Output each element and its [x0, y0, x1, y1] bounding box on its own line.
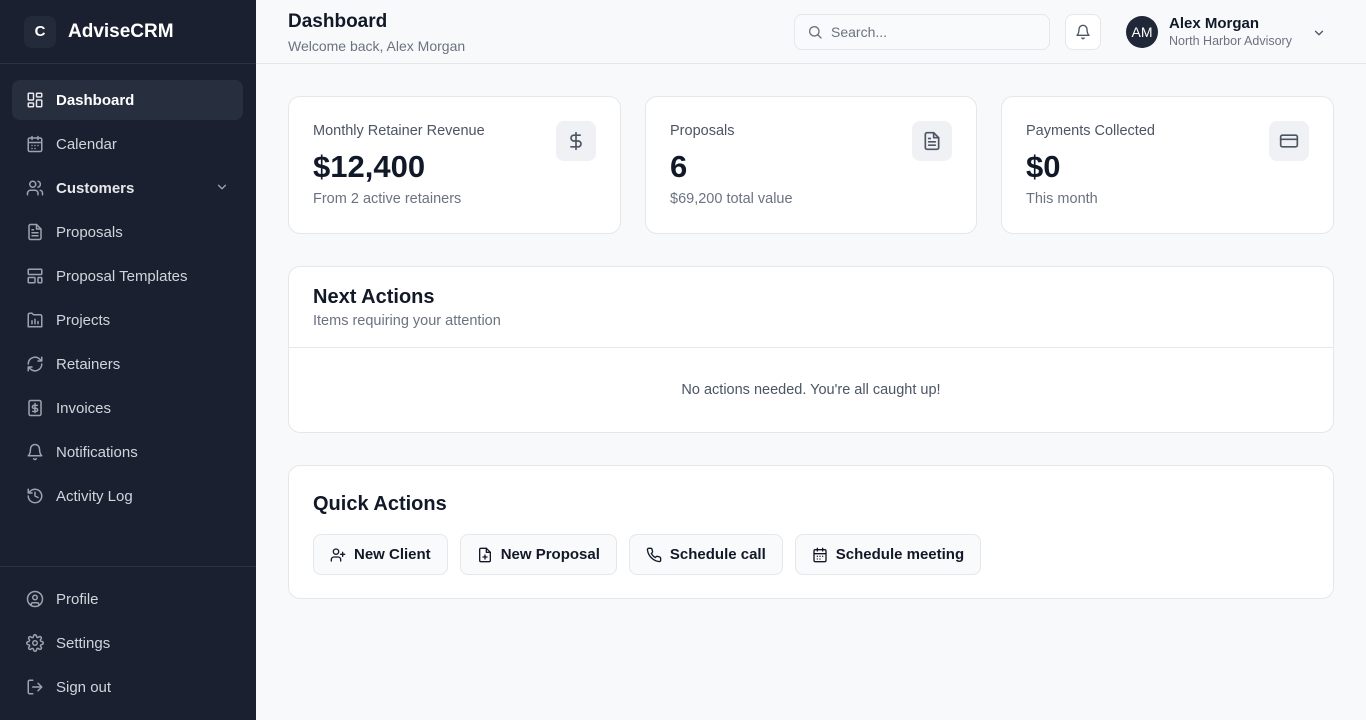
- quick-actions-card: Quick Actions New Client New Proposal Sc…: [288, 465, 1334, 599]
- user-circle-icon: [26, 590, 44, 608]
- users-icon: [26, 179, 44, 197]
- dashboard-icon: [26, 91, 44, 109]
- stat-note: $69,200 total value: [670, 191, 793, 207]
- sidebar-item-label: Customers: [56, 179, 135, 197]
- sidebar-item-customers[interactable]: Customers: [12, 168, 243, 208]
- sidebar-item-profile[interactable]: Profile: [12, 579, 244, 619]
- new-proposal-button[interactable]: New Proposal: [459, 534, 617, 575]
- button-label: New Proposal: [500, 546, 600, 563]
- dollar-icon: [556, 121, 596, 161]
- top-header: Dashboard Welcome back, Alex Morgan AM A…: [256, 0, 1366, 64]
- sidebar-item-activity-log[interactable]: Activity Log: [12, 476, 243, 516]
- quick-actions-title: Quick Actions: [313, 493, 447, 515]
- file-plus-icon: [477, 547, 493, 563]
- sidebar-item-proposal-templates[interactable]: Proposal Templates: [12, 256, 243, 296]
- sidebar-item-dashboard[interactable]: Dashboard: [12, 80, 243, 120]
- brand-logo: C: [24, 15, 56, 48]
- stat-label: Payments Collected: [1026, 123, 1155, 139]
- phone-icon: [646, 547, 662, 563]
- stat-label: Proposals: [670, 123, 735, 139]
- schedule-meeting-button[interactable]: Schedule meeting: [794, 534, 982, 575]
- notifications-button[interactable]: [1065, 14, 1101, 50]
- sidebar-item-label: Invoices: [56, 399, 112, 417]
- sidebar-item-invoices[interactable]: Invoices: [12, 388, 243, 428]
- user-name: Alex Morgan: [1169, 14, 1260, 32]
- document-icon: [912, 121, 952, 161]
- sidebar-item-label: Notifications: [56, 443, 138, 461]
- stat-note: This month: [1026, 191, 1098, 207]
- sidebar-nav: Dashboard Calendar Customers Proposals P…: [12, 80, 243, 520]
- sidebar-item-label: Retainers: [56, 355, 121, 373]
- sidebar-footer: Profile Settings Sign out: [0, 566, 256, 711]
- sign-out-icon: [26, 678, 44, 696]
- sidebar-item-label: Dashboard: [56, 91, 135, 109]
- calendar-icon: [26, 135, 44, 153]
- search-box[interactable]: [794, 14, 1050, 50]
- stat-card-payments: Payments Collected $0 This month: [1001, 96, 1334, 234]
- brand-name: AdviseCRM: [68, 20, 174, 42]
- stat-card-retainer-revenue: Monthly Retainer Revenue $12,400 From 2 …: [288, 96, 621, 234]
- history-icon: [26, 487, 44, 505]
- search-icon: [807, 24, 823, 40]
- button-label: Schedule call: [669, 546, 766, 563]
- sidebar-item-label: Calendar: [56, 135, 117, 153]
- sidebar-item-label: Proposal Templates: [56, 267, 188, 285]
- stat-card-proposals: Proposals 6 $69,200 total value: [645, 96, 977, 234]
- search-input[interactable]: [831, 24, 1031, 40]
- stat-value: $0: [1026, 149, 1061, 184]
- user-plus-icon: [330, 547, 346, 563]
- button-label: Schedule meeting: [835, 546, 965, 563]
- page-subtitle: Welcome back, Alex Morgan: [288, 38, 466, 54]
- avatar: AM: [1126, 16, 1158, 48]
- stat-note: From 2 active retainers: [313, 191, 462, 207]
- sidebar-item-calendar[interactable]: Calendar: [12, 124, 243, 164]
- bell-icon: [26, 443, 44, 461]
- template-icon: [26, 267, 44, 285]
- projects-icon: [26, 311, 44, 329]
- credit-card-icon: [1269, 121, 1309, 161]
- schedule-call-button[interactable]: Schedule call: [628, 534, 783, 575]
- sidebar-item-settings[interactable]: Settings: [12, 623, 244, 663]
- sidebar-item-notifications[interactable]: Notifications: [12, 432, 243, 472]
- bell-icon: [1075, 24, 1091, 40]
- calendar-icon: [812, 547, 828, 563]
- user-menu[interactable]: AM Alex Morgan North Harbor Advisory: [1126, 14, 1324, 50]
- sidebar-item-label: Profile: [56, 590, 99, 608]
- button-label: New Client: [354, 546, 431, 563]
- page-title: Dashboard: [288, 11, 388, 32]
- sidebar-item-label: Projects: [56, 311, 111, 329]
- sidebar-item-label: Proposals: [56, 223, 123, 241]
- sidebar-item-retainers[interactable]: Retainers: [12, 344, 243, 384]
- sidebar-item-proposals[interactable]: Proposals: [12, 212, 243, 252]
- sidebar-item-projects[interactable]: Projects: [12, 300, 243, 340]
- new-client-button[interactable]: New Client: [313, 534, 448, 575]
- sidebar: C AdviseCRM Dashboard Calendar Customers: [0, 0, 256, 720]
- next-actions-subtitle: Items requiring your attention: [313, 313, 501, 329]
- sidebar-item-label: Settings: [56, 634, 111, 652]
- sidebar-item-label: Activity Log: [56, 487, 133, 505]
- refresh-icon: [26, 355, 44, 373]
- stat-label: Monthly Retainer Revenue: [313, 123, 485, 139]
- user-org: North Harbor Advisory: [1169, 33, 1292, 48]
- invoice-icon: [26, 399, 44, 417]
- stat-value: $12,400: [313, 149, 426, 184]
- empty-state-message: No actions needed. You're all caught up!: [681, 382, 941, 398]
- divider: [289, 347, 1333, 348]
- brand[interactable]: C AdviseCRM: [0, 0, 256, 64]
- chevron-down-icon[interactable]: [215, 180, 229, 194]
- chevron-down-icon[interactable]: [1312, 26, 1326, 40]
- document-icon: [26, 223, 44, 241]
- gear-icon: [26, 634, 44, 652]
- sidebar-item-label: Sign out: [56, 678, 112, 696]
- stat-value: 6: [670, 149, 688, 184]
- quick-actions-buttons: New Client New Proposal Schedule call Sc…: [313, 534, 993, 575]
- sidebar-item-sign-out[interactable]: Sign out: [12, 667, 244, 707]
- next-actions-card: Next Actions Items requiring your attent…: [288, 266, 1334, 433]
- next-actions-title: Next Actions: [313, 286, 435, 308]
